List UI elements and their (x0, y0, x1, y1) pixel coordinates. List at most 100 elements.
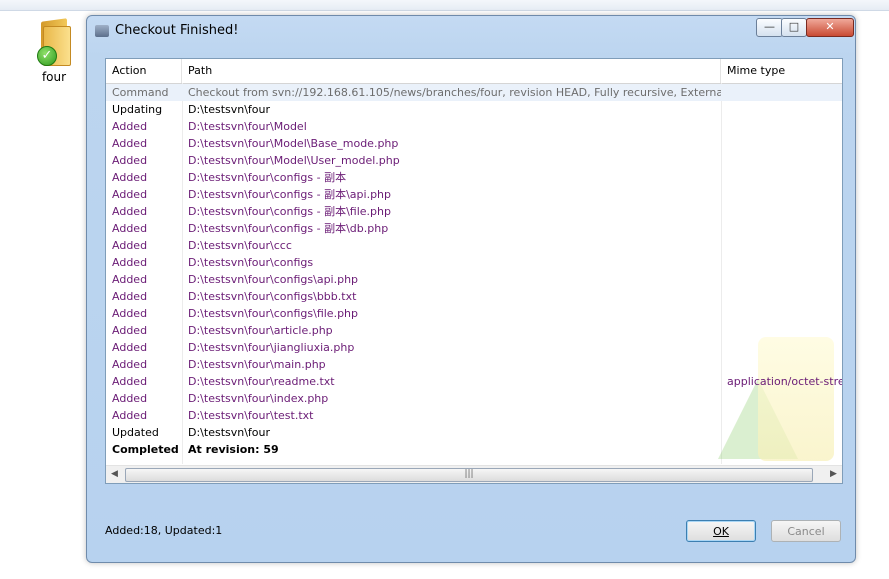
row-path: D:\testsvn\four\test.txt (188, 409, 314, 422)
row-mime-type (721, 101, 842, 118)
list-item[interactable]: Added D:\testsvn\four\configs - 副本\file.p… (106, 203, 842, 220)
list-item[interactable]: Added D:\testsvn\four\readme.txt applicati… (106, 373, 842, 390)
row-path: D:\testsvn\four\main.php (188, 358, 326, 371)
row-action: Added (112, 137, 148, 150)
row-mime-type (721, 84, 842, 101)
row-path: D:\testsvn\four (188, 103, 271, 116)
row-path: D:\testsvn\four\Model (188, 120, 307, 133)
row-mime-type (721, 254, 842, 271)
row-action: Updating (112, 103, 163, 116)
row-path: D:\testsvn\four\Model\User_model.php (188, 154, 400, 167)
column-path[interactable]: Path (182, 59, 721, 83)
row-path: D:\testsvn\four\Model\Base_mode.php (188, 137, 399, 150)
svn-folder-icon: ✓ (37, 18, 71, 66)
checkout-dialog: Checkout Finished! — □ ✕ Action Path Mim… (86, 15, 856, 563)
list-item[interactable]: Added D:\testsvn\four\configs\bbb.txt (106, 288, 842, 305)
row-path: At revision: 59 (188, 443, 279, 456)
list-item[interactable]: Added D:\testsvn\four\configs - 副本 (106, 169, 842, 186)
title-bar: Checkout Finished! — □ ✕ (87, 16, 855, 46)
row-path: D:\testsvn\four (188, 426, 271, 439)
row-action: Added (112, 188, 148, 201)
dialog-title: Checkout Finished! (115, 23, 239, 38)
column-mime-type[interactable]: Mime type (721, 59, 842, 83)
list-item[interactable]: Added D:\testsvn\four\index.php (106, 390, 842, 407)
row-path: D:\testsvn\four\jiangliuxia.php (188, 341, 355, 354)
row-mime-type (721, 220, 842, 237)
row-action: Added (112, 375, 148, 388)
minimize-button[interactable]: — (756, 18, 783, 37)
column-header: Action Path Mime type (106, 59, 842, 84)
row-action: Added (112, 358, 148, 371)
row-mime-type (721, 390, 842, 407)
list-item[interactable]: Added D:\testsvn\four\Model\Base_mode.php (106, 135, 842, 152)
row-mime-type (721, 305, 842, 322)
list-item[interactable]: Added D:\testsvn\four\article.php (106, 322, 842, 339)
row-action: Added (112, 205, 148, 218)
row-path: D:\testsvn\four\index.php (188, 392, 329, 405)
cancel-button[interactable]: Cancel (771, 520, 841, 542)
row-mime-type (721, 271, 842, 288)
row-action: Added (112, 171, 148, 184)
row-action: Added (112, 222, 148, 235)
list-item[interactable]: Added D:\testsvn\four\test.txt (106, 407, 842, 424)
tortoisesvn-app-icon (95, 25, 109, 37)
results-list[interactable]: Action Path Mime type Command Checkout fr… (105, 58, 843, 484)
row-mime-type (721, 339, 842, 356)
list-item[interactable]: Added D:\testsvn\four\configs\file.php (106, 305, 842, 322)
row-action: Added (112, 154, 148, 167)
list-item[interactable]: Completed At revision: 59 (106, 441, 842, 458)
list-item[interactable]: Added D:\testsvn\four\main.php (106, 356, 842, 373)
list-item[interactable]: Added D:\testsvn\four\ccc (106, 237, 842, 254)
list-item[interactable]: Added D:\testsvn\four\configs (106, 254, 842, 271)
row-action: Added (112, 256, 148, 269)
list-item[interactable]: Added D:\testsvn\four\configs\api.php (106, 271, 842, 288)
row-mime-type (721, 288, 842, 305)
explorer-menu-bar (0, 0, 889, 11)
list-item[interactable]: Updating D:\testsvn\four (106, 101, 842, 118)
row-mime-type (721, 135, 842, 152)
list-item[interactable]: Added D:\testsvn\four\configs - 副本\db.php (106, 220, 842, 237)
row-action: Updated (112, 426, 159, 439)
horizontal-scrollbar[interactable]: ◀ ||| ▶ (106, 465, 842, 483)
row-action: Added (112, 290, 148, 303)
scroll-left-icon[interactable]: ◀ (106, 466, 123, 483)
scroll-thumb[interactable]: ||| (125, 468, 813, 482)
row-action: Added (112, 409, 148, 422)
ok-button-label: OK (713, 525, 729, 538)
row-action: Added (112, 307, 148, 320)
row-path: D:\testsvn\four\configs - 副本\file.php (188, 205, 391, 218)
row-mime-type (721, 424, 842, 441)
maximize-button[interactable]: □ (781, 18, 807, 37)
close-button[interactable]: ✕ (806, 18, 854, 37)
row-action: Added (112, 239, 148, 252)
row-action: Added (112, 392, 148, 405)
list-item[interactable]: Updated D:\testsvn\four (106, 424, 842, 441)
row-mime-type (721, 118, 842, 135)
row-path: D:\testsvn\four\configs - 副本\db.php (188, 222, 389, 235)
row-action: Command (112, 86, 169, 99)
list-item[interactable]: Added D:\testsvn\four\Model\User_model.ph… (106, 152, 842, 169)
list-item[interactable]: Added D:\testsvn\four\configs - 副本\api.ph… (106, 186, 842, 203)
row-action: Added (112, 273, 148, 286)
list-item[interactable]: Added D:\testsvn\four\Model (106, 118, 842, 135)
row-path: D:\testsvn\four\configs - 副本 (188, 171, 347, 184)
row-path: D:\testsvn\four\configs - 副本\api.php (188, 188, 392, 201)
row-mime-type (721, 186, 842, 203)
row-mime-type (721, 407, 842, 424)
list-item[interactable]: Added D:\testsvn\four\jiangliuxia.php (106, 339, 842, 356)
row-mime-type (721, 152, 842, 169)
desktop-folder-four[interactable]: ✓ four (26, 18, 82, 84)
row-action: Added (112, 341, 148, 354)
row-mime-type (721, 237, 842, 254)
column-action[interactable]: Action (106, 59, 182, 83)
row-mime-type (721, 322, 842, 339)
row-mime-type (721, 356, 842, 373)
row-path: D:\testsvn\four\readme.txt (188, 375, 335, 388)
scroll-right-icon[interactable]: ▶ (825, 466, 842, 483)
ok-button[interactable]: OK (686, 520, 756, 542)
row-path: D:\testsvn\four\configs\file.php (188, 307, 359, 320)
list-item[interactable]: Command Checkout from svn://192.168.61.10… (106, 84, 842, 101)
list-rows: Command Checkout from svn://192.168.61.10… (106, 84, 842, 464)
row-mime-type (721, 441, 842, 458)
row-path: D:\testsvn\four\ccc (188, 239, 292, 252)
